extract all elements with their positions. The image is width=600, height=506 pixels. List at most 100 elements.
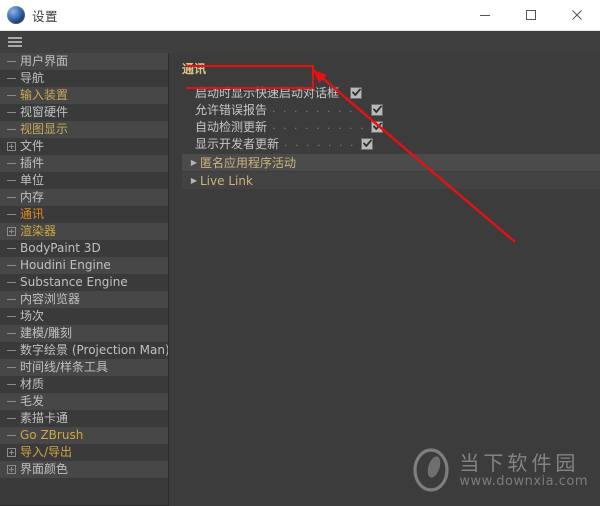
watermark-logo-icon (413, 448, 450, 492)
sidebar-item-label: Substance Engine (20, 275, 128, 289)
sidebar-item-label: 导入/导出 (20, 445, 73, 459)
settings-tree-panel[interactable]: 用户界面 导航输入装置视窗硬件视图显示文件插件单位内存通讯渲染器 BodyPaint… (0, 53, 169, 506)
sidebar-item-5[interactable]: 视图显示 (0, 121, 168, 138)
title-bar: 设置 (0, 0, 600, 31)
sidebar-item-label: 视图显示 (20, 122, 69, 136)
sidebar-item-18[interactable]: 数字绘景 (Projection Man) (0, 342, 168, 359)
tree-leaf-dash-icon (4, 418, 18, 419)
tree-leaf-dash-icon (4, 180, 18, 181)
option-checkbox[interactable] (350, 86, 363, 99)
tree-expand-icon[interactable] (4, 227, 18, 236)
sidebar-item-4[interactable]: 视窗硬件 (0, 104, 168, 121)
sidebar-item-label: 通讯 (20, 207, 45, 221)
tree-leaf-dash-icon (4, 316, 18, 317)
option-checkbox[interactable] (361, 137, 374, 150)
sidebar-item-label: 时间线/样条工具 (20, 360, 109, 374)
tree-leaf-dash-icon (4, 299, 18, 300)
sidebar-item-8[interactable]: 单位 (0, 172, 168, 189)
watermark: 当下软件园 www.downxia.com (411, 448, 588, 492)
sidebar-item-label: BodyPaint 3D (20, 241, 101, 255)
option-checkbox[interactable] (371, 120, 384, 133)
tree-leaf-dash-icon (4, 95, 18, 96)
sidebar-item-label: 单位 (20, 173, 45, 187)
panel-divider (169, 53, 176, 506)
watermark-name: 当下软件园 (459, 450, 580, 475)
minimize-icon[interactable] (462, 0, 508, 30)
option-leader-dots: . . . . . . . (284, 136, 356, 149)
sidebar-item-label: 界面颜色 (20, 462, 69, 476)
sidebar-item-17[interactable]: 建模/雕刻 (0, 325, 168, 342)
option-leader-dots: . . . . . . . . . (272, 102, 366, 115)
settings-tree-list[interactable]: 用户界面 导航输入装置视窗硬件视图显示文件插件单位内存通讯渲染器 BodyPaint… (0, 53, 168, 478)
sidebar-item-label: 毛发 (20, 394, 45, 408)
hamburger-menu-icon[interactable] (4, 31, 26, 53)
sidebar-item-label: Go ZBrush (20, 428, 84, 442)
sidebar-item-label: 导航 (20, 71, 45, 85)
sidebar-item-24[interactable]: 导入/导出 (0, 444, 168, 461)
option-checkbox[interactable] (371, 103, 384, 116)
close-icon[interactable] (554, 0, 600, 30)
sidebar-item-label: 文件 (20, 139, 45, 153)
tree-expand-icon[interactable] (4, 142, 18, 151)
sidebar-item-3[interactable]: 输入装置 (0, 87, 168, 104)
sidebar-item-label: 输入装置 (20, 88, 69, 102)
tree-leaf-dash-icon (4, 333, 18, 334)
option-label: 启动时显示快速启动对话框 (195, 86, 340, 100)
tree-leaf-dash-icon (4, 282, 18, 283)
group-label: 匿名应用程序活动 (200, 156, 297, 170)
sidebar-item-2[interactable]: 导航 (0, 70, 168, 87)
sidebar-item-6[interactable]: 文件 (0, 138, 168, 155)
group-row-2[interactable]: ▶ Live Link (182, 172, 600, 189)
tree-leaf-dash-icon (4, 350, 18, 351)
tree-leaf-dash-icon (4, 61, 18, 62)
tree-leaf-dash-icon (4, 78, 18, 79)
option-label: 允许错误报告 (195, 103, 268, 117)
tree-leaf-dash-icon (4, 129, 18, 130)
sidebar-item-label: 渲染器 (20, 224, 57, 238)
chevron-right-icon[interactable]: ▶ (188, 176, 200, 185)
page-title: 通讯 (182, 62, 207, 76)
chevron-right-icon[interactable]: ▶ (188, 158, 200, 167)
sidebar-item-19[interactable]: 时间线/样条工具 (0, 359, 168, 376)
tree-leaf-dash-icon (4, 401, 18, 402)
sidebar-item-20[interactable]: 材质 (0, 376, 168, 393)
sidebar-item-25[interactable]: 界面颜色 (0, 461, 168, 478)
sidebar-item-13[interactable]: Houdini Engine (0, 257, 168, 274)
tree-leaf-dash-icon (4, 197, 18, 198)
sidebar-item-14[interactable]: Substance Engine (0, 274, 168, 291)
maximize-icon[interactable] (508, 0, 554, 30)
option-leader-dots: . . . . . . . . . (272, 119, 366, 132)
sidebar-item-label: 插件 (20, 156, 45, 170)
sidebar-item-15[interactable]: 内容浏览器 (0, 291, 168, 308)
sidebar-item-7[interactable]: 插件 (0, 155, 168, 172)
tree-leaf-dash-icon (4, 163, 18, 164)
settings-content-panel: 通讯 启动时显示快速启动对话框 允许错误报告. . . . . . . . . 自动… (176, 53, 600, 506)
c4d-orb-icon (7, 6, 25, 24)
sidebar-item-1[interactable]: 用户界面 (0, 53, 168, 70)
options-list: 启动时显示快速启动对话框 允许错误报告. . . . . . . . . 自动检测更… (182, 84, 600, 152)
group-row-1[interactable]: ▶ 匿名应用程序活动 (182, 154, 600, 171)
sidebar-item-label: 视窗硬件 (20, 105, 69, 119)
tree-expand-icon[interactable] (4, 465, 18, 474)
sidebar-item-label: 内存 (20, 190, 45, 204)
tree-expand-icon[interactable] (4, 448, 18, 457)
window-controls (462, 0, 600, 30)
sidebar-item-12[interactable]: BodyPaint 3D (0, 240, 168, 257)
workspace: 用户界面 导航 输入装置 视窗硬件 视图显示 文件 插件 单位 内存 通讯 渲染器 BodyPaint… (0, 53, 600, 506)
option-row-3[interactable]: 自动检测更新 . . . . . . . . . (182, 118, 600, 135)
option-label: 显示开发者更新 (195, 137, 280, 151)
option-row-4[interactable]: 显示开发者更新 . . . . . . . (182, 135, 600, 152)
option-label: 自动检测更新 (195, 120, 268, 134)
sidebar-item-9[interactable]: 内存 (0, 189, 168, 206)
option-row-2[interactable]: 允许错误报告 . . . . . . . . . (182, 101, 600, 118)
tree-leaf-dash-icon (4, 384, 18, 385)
sidebar-item-21[interactable]: 毛发 (0, 393, 168, 410)
sidebar-item-16[interactable]: 场次 (0, 308, 168, 325)
option-row-1[interactable]: 启动时显示快速启动对话框 (182, 84, 600, 101)
group-label: Live Link (200, 173, 253, 188)
sidebar-item-11[interactable]: 渲染器 (0, 223, 168, 240)
sidebar-item-23[interactable]: Go ZBrush (0, 427, 168, 444)
sidebar-item-22[interactable]: 素描卡通 (0, 410, 168, 427)
sidebar-item-10[interactable]: 通讯 (0, 206, 168, 223)
sidebar-item-label: 素描卡通 (20, 411, 69, 425)
